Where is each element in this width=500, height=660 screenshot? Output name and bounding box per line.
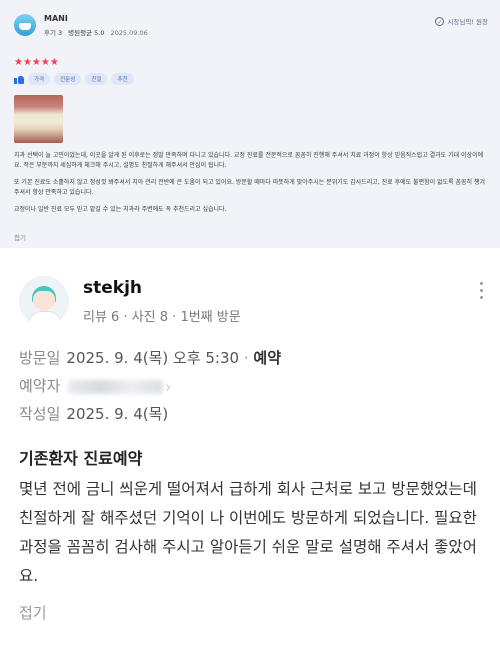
owner-badge: ✓ 시장님픽! 원장	[435, 16, 488, 26]
visit-date-row: 방문일 2025. 9. 4(목) 오후 5:30 · 예약	[19, 349, 281, 367]
review-body: 몇년 전에 금니 씌운게 떨어져서 급하게 회사 근처로 보고 방문했었는데 친…	[19, 480, 477, 585]
collapse-link[interactable]: 접기	[19, 602, 47, 623]
reviewer-meta: 리뷰 6 · 사진 8 · 1번째 방문	[83, 310, 241, 325]
blurred-booker-name	[68, 379, 164, 394]
review-card-1: MANI 후기 3 병원평균 5.0 2025.09.06 ✓ 시장님픽! 원장 ★…	[0, 0, 500, 248]
more-options-icon[interactable]	[480, 282, 484, 302]
tag-list: 가격 전문성 친절 추천	[14, 73, 134, 85]
avatar[interactable]	[19, 276, 69, 326]
review-count: 후기 3	[44, 29, 63, 37]
tag: 추천	[111, 73, 134, 85]
chevron-right-icon: ›	[165, 377, 172, 396]
visit-date-label: 방문일	[19, 349, 61, 367]
username[interactable]: stekjh	[83, 278, 142, 298]
review-body: 치과 선택이 늘 고민이었는데, 이곳을 알게 된 이후로는 정말 만족하며 다…	[14, 151, 488, 222]
check-circle-icon: ✓	[435, 16, 445, 26]
reviewer-meta: 후기 3 병원평균 5.0 2025.09.06	[44, 27, 148, 37]
thumbs-up-icon	[14, 74, 24, 84]
tooth-icon	[19, 23, 31, 30]
review-photo[interactable]	[14, 95, 63, 143]
collapse-link[interactable]: 접기	[14, 232, 26, 242]
avatar-shirt	[28, 311, 62, 326]
avg-rating: 병원평균 5.0	[68, 29, 105, 37]
review-title: 기존환자 진료예약	[19, 449, 143, 468]
booker-row[interactable]: 예약자 ›	[19, 375, 171, 396]
star-rating: ★★★★★	[14, 57, 59, 68]
written-date-label: 작성일	[19, 405, 61, 423]
booker-label: 예약자	[19, 377, 61, 395]
written-date-row: 작성일 2025. 9. 4(목)	[19, 403, 168, 424]
review-date: 2025.09.06	[110, 29, 148, 37]
written-date-value: 2025. 9. 4(목)	[66, 405, 169, 423]
visit-type: 예약	[253, 349, 281, 367]
tag: 전문성	[54, 73, 82, 85]
owner-badge-label: 시장님픽! 원장	[447, 18, 488, 26]
tag: 가격	[28, 73, 51, 85]
review-paragraph: 교정이나 일반 진료 모두 믿고 맡길 수 있는 치과라 주변에도 꼭 추천드리…	[14, 206, 227, 213]
avatar[interactable]	[14, 14, 36, 36]
avatar-face	[33, 291, 55, 311]
username[interactable]: MANI	[44, 14, 68, 23]
tag: 친절	[85, 73, 108, 85]
review-paragraph: 또 기본 진료도 소홀하지 않고 정성껏 봐주셔서 치아 관리 전반에 큰 도움…	[14, 179, 486, 196]
review-paragraph: 치과 선택이 늘 고민이었는데, 이곳을 알게 된 이후로는 정말 만족하며 다…	[14, 152, 484, 169]
visit-date-value: 2025. 9. 4(목) 오후 5:30	[66, 349, 240, 367]
